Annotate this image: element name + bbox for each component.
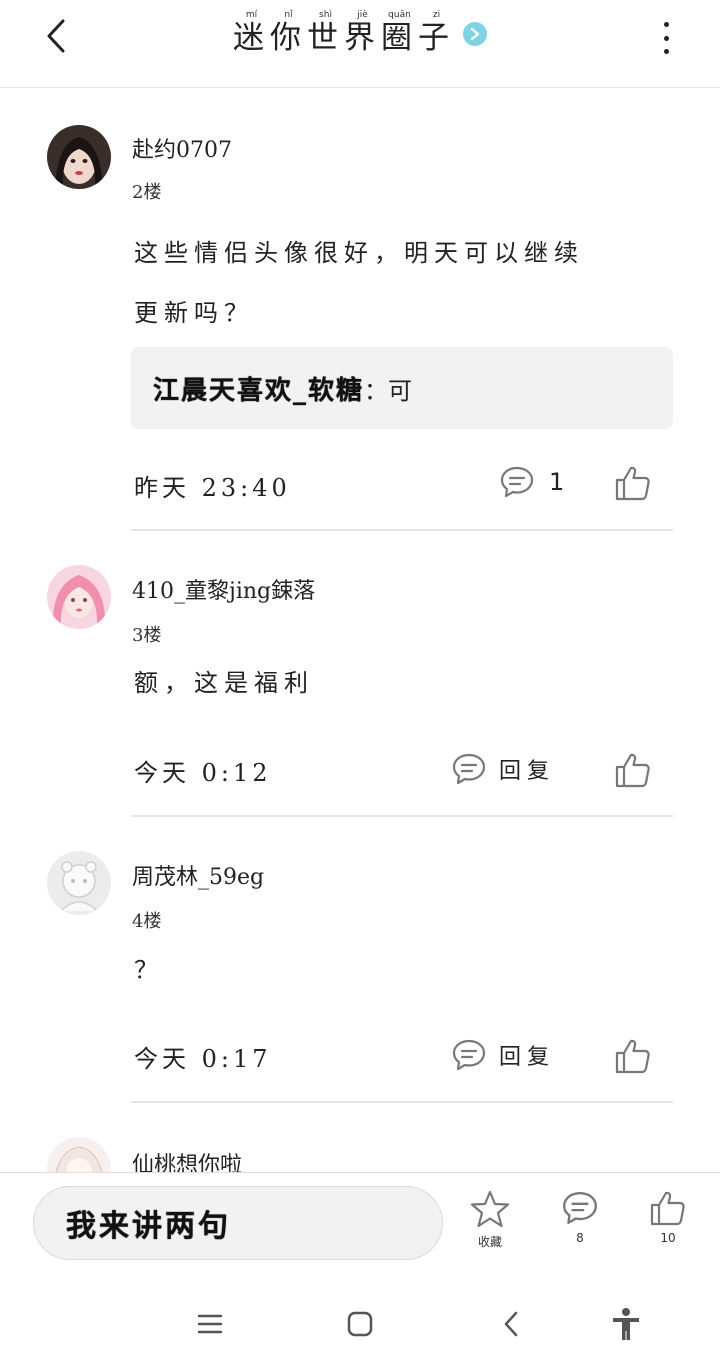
back-icon: [504, 1311, 518, 1337]
comment-bubble-icon: [452, 1039, 486, 1071]
comment-button[interactable]: 1: [499, 464, 564, 500]
divider: [131, 529, 673, 531]
accessibility-button[interactable]: [608, 1306, 644, 1342]
bottom-action-bar: 我来讲两句 收藏 8 10: [0, 1172, 720, 1272]
like-button[interactable]: [614, 1037, 652, 1075]
timestamp: 今天 0:17: [134, 1045, 272, 1073]
comment-text: ？: [134, 956, 164, 984]
comment-total: 8: [576, 1231, 584, 1245]
reply-label: 回复: [499, 759, 556, 784]
comment-bubble-icon: [563, 1192, 597, 1224]
reply-text: ：可: [364, 376, 413, 405]
thumbs-up-icon: [615, 1039, 650, 1074]
title-area[interactable]: 迷mí你nǐ世shì界jiè圈quān子zi: [0, 10, 720, 57]
comment-bubble-icon: [452, 753, 486, 785]
comments-button[interactable]: 8: [550, 1189, 610, 1259]
divider: [131, 815, 673, 817]
like-post-button[interactable]: 10: [638, 1189, 698, 1259]
chevron-right-circle-icon[interactable]: [463, 21, 487, 46]
reply-button[interactable]: 回复: [451, 1037, 555, 1073]
like-button[interactable]: [614, 751, 652, 789]
favorite-label: 收藏: [477, 1235, 502, 1249]
home-button[interactable]: [342, 1306, 378, 1342]
floor-label: 4楼: [132, 911, 162, 932]
system-navigation-bar: [0, 1272, 720, 1372]
accessibility-icon: [613, 1308, 639, 1340]
comment-text: 额，这是福利: [134, 669, 314, 697]
comment-input-placeholder: 我来讲两句: [66, 1209, 231, 1244]
comment-list[interactable]: 赴约0707 2楼 这些情侣头像很好，明天可以继续 更新吗？ 江晨天喜欢_软糖 …: [0, 88, 720, 1172]
thumbs-up-icon: [615, 466, 650, 501]
recent-apps-button[interactable]: [192, 1306, 228, 1342]
avatar[interactable]: [47, 1137, 111, 1172]
avatar[interactable]: [47, 125, 111, 189]
comment-bubble-icon: [500, 466, 534, 498]
username[interactable]: 赴约0707: [132, 132, 232, 164]
more-vertical-icon: [663, 22, 669, 27]
reply-preview[interactable]: 江晨天喜欢_软糖 ：可: [131, 347, 673, 429]
thumbs-up-icon: [615, 753, 650, 788]
timestamp: 昨天 23:40: [134, 474, 291, 502]
star-icon: [470, 1190, 510, 1228]
comment-count: 1: [549, 468, 565, 496]
timestamp: 今天 0:12: [134, 759, 272, 787]
username[interactable]: 410_童黎jing鋉落: [132, 573, 315, 605]
avatar[interactable]: [47, 851, 111, 915]
thumbs-up-icon: [650, 1191, 685, 1226]
username[interactable]: 周茂林_59eg: [132, 859, 264, 891]
menu-icon: [197, 1314, 223, 1334]
like-total: 10: [660, 1231, 676, 1245]
floor-label: 2楼: [132, 182, 162, 203]
divider: [131, 1101, 673, 1103]
reply-button[interactable]: 回复: [451, 751, 555, 787]
comment-text: 这些情侣头像很好，明天可以继续 更新吗？: [134, 239, 584, 327]
comment-input[interactable]: 我来讲两句: [33, 1186, 443, 1260]
system-back-button[interactable]: [493, 1306, 529, 1342]
reply-author[interactable]: 江晨天喜欢_软糖: [153, 370, 364, 407]
avatar[interactable]: [47, 565, 111, 629]
reply-label: 回复: [499, 1045, 556, 1070]
page-title: 迷mí你nǐ世shì界jiè圈quān子zi: [233, 10, 455, 56]
home-square-icon: [347, 1311, 373, 1337]
like-button[interactable]: [614, 464, 652, 502]
favorite-button[interactable]: 收藏: [460, 1189, 520, 1259]
top-bar: 迷mí你nǐ世shì界jiè圈quān子zi: [0, 0, 720, 88]
username[interactable]: 仙桃想你啦: [132, 1147, 242, 1172]
floor-label: 3楼: [132, 625, 162, 646]
more-options-button[interactable]: [650, 18, 682, 58]
